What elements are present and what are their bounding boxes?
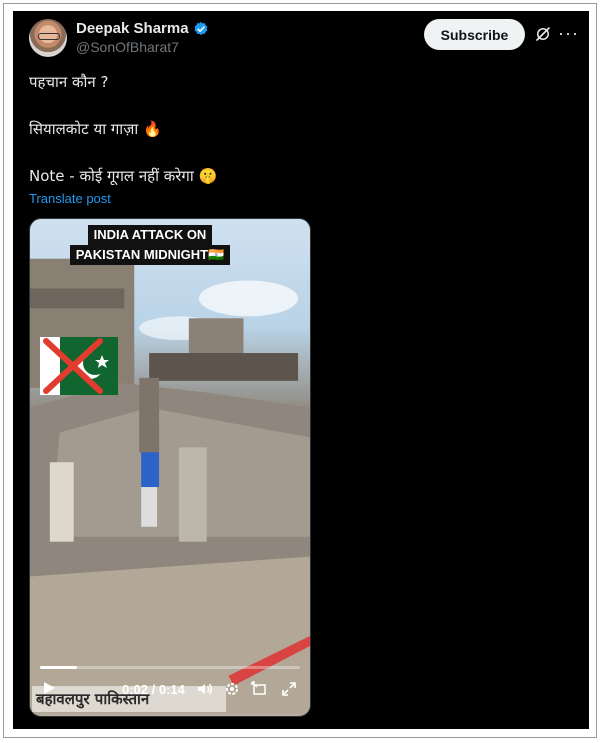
post-text-line-3: Note - कोई गूगल नहीं करेगा 🤫 [29,167,218,185]
settings-gear-icon[interactable] [224,681,240,697]
translate-post-link[interactable]: Translate post [29,191,111,206]
grok-icon[interactable] [534,25,552,43]
video-frame-image [30,258,310,715]
post-text-line-2: सियालकोट या गाज़ा 🔥 [29,120,162,138]
video-caption-line-1: INDIA ATTACK ON [87,225,213,245]
avatar[interactable] [29,19,67,57]
author-name[interactable]: Deepak Sharma [76,20,189,37]
subscribe-button[interactable]: Subscribe [424,19,525,50]
picture-in-picture-icon[interactable] [251,681,267,697]
post-text-line-1: पहचान कौन ? [29,73,109,91]
fullscreen-icon[interactable] [281,681,297,697]
video-caption: INDIA ATTACK ON PAKISTAN MIDNIGHT🇮🇳 [68,225,232,265]
verified-badge-icon [194,21,207,35]
crossed-pakistan-flag-icon [40,337,118,395]
author-handle[interactable]: @SonOfBharat7 [76,39,179,55]
video-caption-line-2: PAKISTAN MIDNIGHT🇮🇳 [69,245,231,265]
more-options-icon[interactable]: ··· [558,24,579,42]
video-controls: 0:02 / 0:14 [30,656,310,716]
video-progress-fill [40,666,78,669]
video-time: 0:02 / 0:14 [122,682,185,697]
video-progress-bar[interactable] [40,666,300,669]
play-icon[interactable] [42,681,56,695]
author-row: Deepak Sharma [76,20,209,37]
video-player[interactable]: INDIA ATTACK ON PAKISTAN MIDNIGHT🇮🇳 बहाव… [29,218,311,717]
post-card: Deepak Sharma @SonOfBharat7 Subscribe ··… [13,11,589,729]
volume-icon[interactable] [197,681,213,697]
